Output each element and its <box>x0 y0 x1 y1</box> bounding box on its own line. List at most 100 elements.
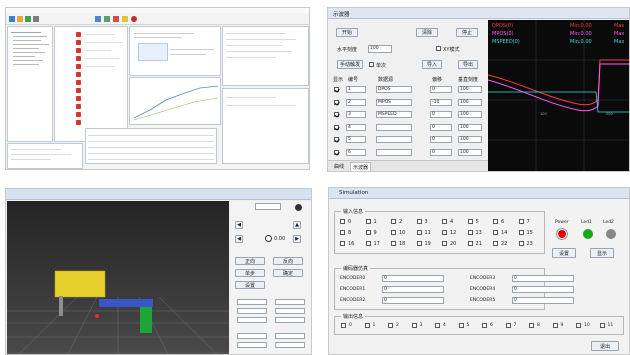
stop-button[interactable]: 停止 <box>456 28 478 37</box>
step-button[interactable]: 单步 <box>235 269 265 277</box>
output-checkbox[interactable] <box>505 323 511 328</box>
input-checkbox[interactable] <box>391 230 396 235</box>
input-checkbox[interactable] <box>340 230 345 235</box>
joint-field[interactable] <box>275 299 305 305</box>
input-checkbox[interactable] <box>442 241 447 246</box>
encoder-input[interactable]: 0 <box>382 297 444 304</box>
channel-show-checkbox[interactable] <box>334 124 339 130</box>
channel-show-checkbox[interactable] <box>334 149 339 155</box>
input-checkbox[interactable] <box>467 230 473 235</box>
input-checkbox[interactable] <box>442 230 447 235</box>
channel-offset-input[interactable]: 0 <box>430 148 452 156</box>
input-checkbox[interactable] <box>416 219 422 224</box>
encoder-input[interactable]: 0 <box>512 275 574 282</box>
output-checkbox[interactable] <box>599 323 605 328</box>
channel-id-select[interactable]: 6 <box>346 148 366 156</box>
encoder-input[interactable]: 0 <box>382 286 444 293</box>
clear-button[interactable]: 清除 <box>416 28 438 37</box>
channel-offset-input[interactable]: 0 <box>430 111 452 118</box>
settings-icon[interactable] <box>295 204 302 211</box>
channel-scale-input[interactable]: 100 <box>458 123 482 131</box>
input-checkbox[interactable] <box>467 241 473 246</box>
input-checkbox[interactable] <box>365 241 371 246</box>
channel-id-select[interactable]: 2 <box>346 98 366 106</box>
input-checkbox[interactable] <box>391 241 396 246</box>
input-checkbox[interactable] <box>391 219 396 224</box>
channel-source-select[interactable] <box>376 123 412 131</box>
set-button[interactable]: 设置 <box>552 248 576 258</box>
channel-source-select[interactable] <box>376 148 412 156</box>
jog-left-button[interactable]: ◀ <box>235 235 243 243</box>
output-checkbox[interactable] <box>458 323 464 328</box>
channel-show-checkbox[interactable] <box>334 99 339 105</box>
channel-source-select[interactable]: MSPEED <box>376 111 412 118</box>
channel-show-checkbox[interactable] <box>334 112 339 117</box>
input-checkbox[interactable] <box>365 230 371 235</box>
viewport-3d[interactable] <box>7 201 229 354</box>
input-checkbox[interactable] <box>493 230 498 235</box>
encoder-input[interactable]: 0 <box>512 297 574 304</box>
jog-up-button[interactable]: ▲ <box>293 221 301 229</box>
channel-id-select[interactable]: 3 <box>346 111 366 118</box>
input-checkbox[interactable] <box>518 230 524 235</box>
tab-scope[interactable]: 示波器 <box>350 162 372 171</box>
input-checkbox[interactable] <box>442 219 447 224</box>
channel-scale-input[interactable]: 100 <box>458 111 482 118</box>
channel-scale-input[interactable]: 100 <box>458 98 482 106</box>
input-checkbox[interactable] <box>467 219 473 224</box>
single-checkbox[interactable] <box>369 62 374 67</box>
channel-offset-input[interactable]: 0 <box>430 123 452 131</box>
output-checkbox[interactable] <box>435 323 440 328</box>
manual-trigger-button[interactable]: 手动触发 <box>337 60 363 69</box>
output-checkbox[interactable] <box>341 323 346 328</box>
channel-id-select[interactable]: 4 <box>346 123 366 131</box>
toolbar-icon[interactable] <box>113 16 119 22</box>
joint-field[interactable] <box>237 342 267 348</box>
toolbar-icon[interactable] <box>9 16 15 22</box>
joint-field[interactable] <box>237 317 267 323</box>
tab-curve[interactable]: 曲线 <box>334 163 344 170</box>
channel-offset-input[interactable]: 0 <box>430 86 452 93</box>
save-button[interactable]: 导出 <box>458 60 478 69</box>
input-checkbox[interactable] <box>493 241 498 246</box>
output-checkbox[interactable] <box>552 323 558 328</box>
output-checkbox[interactable] <box>388 323 393 328</box>
channel-offset-input[interactable]: 0 <box>430 136 452 143</box>
encoder-input[interactable]: 0 <box>512 286 574 293</box>
exit-button[interactable]: 退出 <box>591 341 619 351</box>
xy-mode-checkbox[interactable] <box>436 46 441 51</box>
toolbar-icon[interactable] <box>104 16 110 22</box>
jog-right-button[interactable]: ▶ <box>293 235 301 243</box>
joint-field[interactable] <box>237 299 267 305</box>
output-checkbox[interactable] <box>364 323 370 328</box>
joint-field[interactable] <box>275 308 305 314</box>
joint-field[interactable] <box>237 308 267 314</box>
input-checkbox[interactable] <box>416 230 422 235</box>
channel-scale-input[interactable]: 100 <box>458 148 482 156</box>
channel-scale-input[interactable]: 100 <box>458 136 482 143</box>
start-button[interactable]: 开始 <box>336 28 358 37</box>
channel-source-select[interactable]: MPOS <box>376 98 412 106</box>
show-button[interactable]: 显示 <box>590 248 614 258</box>
encoder-input[interactable]: 0 <box>382 275 444 282</box>
joint-field[interactable] <box>275 333 305 339</box>
input-checkbox[interactable] <box>365 219 371 224</box>
output-checkbox[interactable] <box>576 323 581 328</box>
toolbar-icon[interactable] <box>131 16 137 22</box>
channel-show-checkbox[interactable] <box>334 87 339 92</box>
toolbar-icon[interactable] <box>33 16 39 22</box>
channel-id-select[interactable]: 1 <box>346 86 366 93</box>
forward-button[interactable]: 正向 <box>235 257 265 265</box>
channel-source-select[interactable]: DPOS <box>376 86 412 93</box>
toolbar-icon[interactable] <box>95 16 101 22</box>
input-checkbox[interactable] <box>493 219 498 224</box>
output-checkbox[interactable] <box>482 323 487 328</box>
channel-scale-input[interactable]: 100 <box>458 86 482 93</box>
axis-select[interactable] <box>255 203 281 210</box>
input-checkbox[interactable] <box>518 241 524 246</box>
channel-show-checkbox[interactable] <box>334 137 339 142</box>
input-checkbox[interactable] <box>340 241 345 246</box>
jog-minus-button[interactable]: ◀ <box>235 221 243 229</box>
channel-id-select[interactable]: 5 <box>346 136 366 143</box>
toolbar-icon[interactable] <box>25 16 31 22</box>
